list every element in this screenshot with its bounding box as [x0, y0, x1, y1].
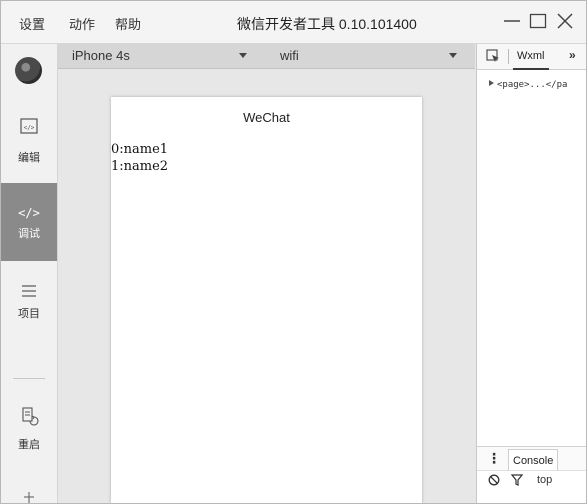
list-item: 0:name1 [111, 142, 169, 157]
sidebar-item-project[interactable]: 项目 [1, 268, 57, 346]
wxml-tree-node[interactable]: <page>...</pa [489, 80, 567, 90]
kebab-menu-icon[interactable]: ⋮ [487, 450, 501, 467]
window-title: 微信开发者工具 0.10.101400 [237, 16, 417, 32]
context-select[interactable]: top [537, 474, 552, 486]
phone-list: 0:name1 1:name2 [111, 141, 168, 175]
chevron-down-icon[interactable] [239, 53, 247, 58]
title-bar: 设置 动作 帮助 微信开发者工具 0.10.101400 [1, 1, 586, 44]
list-item: 1:name2 [111, 159, 169, 174]
chevron-down-icon[interactable] [449, 53, 457, 58]
sidebar-item-label: 编辑 [18, 152, 40, 164]
tab-console[interactable]: Console [508, 449, 559, 470]
maximize-icon[interactable] [528, 11, 548, 31]
code-file-icon: </> [20, 118, 38, 134]
device-select[interactable]: iPhone 4s [72, 48, 130, 63]
menu-lines-icon [22, 285, 36, 297]
code-brackets-icon: </> [18, 206, 40, 220]
more-tabs-icon[interactable]: » [569, 48, 576, 62]
phone-nav-title: WeChat [243, 110, 290, 125]
tab-separator [508, 49, 509, 64]
devtools-panel: Wxml » <page>...</pa ⋮ Console top [476, 44, 586, 503]
sidebar-divider [13, 378, 45, 379]
expand-triangle-icon[interactable] [489, 80, 494, 86]
sidebar-item-debug[interactable]: </> 调试 [1, 183, 57, 261]
phone-screen: WeChat 0:name1 1:name2 [111, 97, 422, 503]
devtools-tabbar: Wxml » [477, 44, 586, 70]
sidebar-item-label: 项目 [18, 308, 40, 320]
avatar[interactable] [15, 57, 42, 84]
menu-help[interactable]: 帮助 [115, 14, 141, 33]
wxml-node-text: <page>...</pa [497, 80, 568, 90]
svg-text:</>: </> [18, 206, 40, 220]
tab-wxml[interactable]: Wxml [513, 44, 549, 70]
filter-icon[interactable] [511, 474, 523, 486]
restart-icon [22, 407, 39, 426]
menu-actions[interactable]: 动作 [69, 14, 95, 33]
sidebar-item-edit[interactable]: </> 编辑 [1, 107, 57, 185]
extra-icon[interactable] [21, 490, 37, 503]
simulator-toolbar: iPhone 4s wifi [58, 44, 475, 69]
minimize-icon[interactable] [502, 11, 522, 31]
close-icon[interactable] [555, 11, 575, 31]
svg-text:</>: </> [24, 125, 35, 132]
network-select[interactable]: wifi [280, 48, 299, 63]
clear-console-icon[interactable] [488, 474, 500, 486]
sidebar-item-restart[interactable]: 重启 [1, 396, 57, 474]
sidebar: </> 编辑 </> 调试 项目 重启 [1, 44, 58, 503]
sidebar-item-label: 重启 [18, 439, 40, 451]
console-filter-row: top [477, 470, 586, 491]
inspect-icon[interactable] [486, 49, 500, 63]
menu-settings[interactable]: 设置 [19, 14, 45, 33]
console-drawer-bar: ⋮ Console [477, 446, 586, 471]
sidebar-item-label: 调试 [18, 228, 40, 240]
app-window: 设置 动作 帮助 微信开发者工具 0.10.101400 </> 编辑 </> [0, 0, 587, 504]
